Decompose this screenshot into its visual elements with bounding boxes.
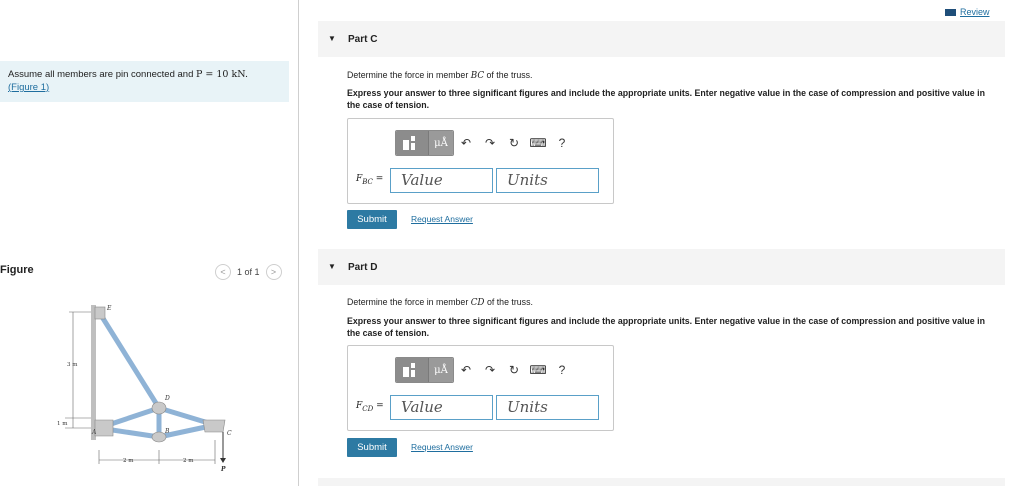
problem-statement: Assume all members are pin connected and… xyxy=(0,61,289,102)
prev-figure-button[interactable]: < xyxy=(215,264,231,280)
question-suffix: of the truss. xyxy=(486,297,533,307)
label-e: E xyxy=(106,305,112,312)
math-toolbar: μÅ ↶ ↷ ↻ ⌨ ? xyxy=(395,130,574,156)
dim-2m-left: 2 m xyxy=(123,458,134,464)
review-icon xyxy=(945,8,956,16)
help-icon[interactable]: ? xyxy=(550,136,574,150)
units-input[interactable] xyxy=(496,394,599,420)
field-label: FBC = xyxy=(356,174,384,186)
dimension-lines xyxy=(65,311,216,464)
collapse-icon: ▼ xyxy=(328,34,336,43)
part-d-header[interactable]: ▼ Part D xyxy=(318,249,1005,285)
units-symbol-button[interactable]: μÅ xyxy=(428,131,453,155)
label-d: D xyxy=(164,395,170,402)
redo-icon[interactable]: ↷ xyxy=(478,136,502,150)
templates-button[interactable] xyxy=(396,131,428,155)
answer-row: FCD = xyxy=(356,394,602,420)
template-icon xyxy=(403,363,415,377)
dim-3m: 3 m xyxy=(67,362,78,368)
reset-icon[interactable]: ↻ xyxy=(502,136,526,150)
reset-icon[interactable]: ↻ xyxy=(502,363,526,377)
part-c-question: Determine the force in member BC of the … xyxy=(347,70,532,81)
member-name: CD xyxy=(470,298,485,308)
part-c-submit-button[interactable]: Submit xyxy=(347,210,397,229)
part-d-instruction: Express your answer to three significant… xyxy=(347,316,985,338)
question-prefix: Determine the force in member xyxy=(347,70,469,80)
next-part-strip xyxy=(318,478,1005,486)
template-icon xyxy=(403,136,415,150)
part-d-answer-box: μÅ ↶ ↷ ↻ ⌨ ? FCD = xyxy=(347,345,614,431)
pane-divider xyxy=(298,0,299,486)
value-input[interactable] xyxy=(390,394,493,420)
truss-figure: E D B A C P 3 m 1 m 2 m 2 m xyxy=(57,305,232,473)
label-p: P xyxy=(220,466,226,473)
value-input[interactable] xyxy=(390,167,493,193)
question-suffix: of the truss. xyxy=(486,70,533,80)
dim-2m-right: 2 m xyxy=(183,458,194,464)
part-c-label: Part C xyxy=(348,34,378,45)
label-a: A xyxy=(91,429,97,436)
part-d-question: Determine the force in member CD of the … xyxy=(347,297,533,308)
figure-header: Figure < 1 of 1 > xyxy=(0,264,298,280)
help-icon[interactable]: ? xyxy=(550,363,574,377)
load-arrowhead xyxy=(220,458,226,463)
part-d-submit-button[interactable]: Submit xyxy=(347,438,397,457)
assume-equation: P = 10 kN. xyxy=(196,69,248,80)
label-c: C xyxy=(227,430,232,437)
left-pane: Assume all members are pin connected and… xyxy=(0,0,298,486)
keyboard-icon[interactable]: ⌨ xyxy=(526,363,550,377)
answer-row: FBC = xyxy=(356,167,602,193)
review-label: Review xyxy=(960,7,990,17)
undo-icon[interactable]: ↶ xyxy=(454,363,478,377)
keyboard-icon[interactable]: ⌨ xyxy=(526,136,550,150)
units-symbol-button[interactable]: μÅ xyxy=(428,358,453,382)
part-c-instruction: Express your answer to three significant… xyxy=(347,88,985,110)
field-label: FCD = xyxy=(356,401,384,413)
next-figure-button[interactable]: > xyxy=(265,264,282,280)
question-prefix: Determine the force in member xyxy=(347,297,469,307)
pager-text: 1 of 1 xyxy=(237,267,260,277)
member-name: BC xyxy=(470,71,485,81)
truss-members xyxy=(96,309,218,440)
label-b: B xyxy=(164,428,170,435)
part-c-header[interactable]: ▼ Part C xyxy=(318,21,1005,57)
units-input[interactable] xyxy=(496,167,599,193)
part-d-request-answer-link[interactable]: Request Answer xyxy=(411,442,473,452)
dim-1m: 1 m xyxy=(57,421,68,427)
redo-icon[interactable]: ↷ xyxy=(478,363,502,377)
review-link[interactable]: Review xyxy=(945,7,990,17)
template-tools: μÅ xyxy=(395,130,454,156)
collapse-icon: ▼ xyxy=(328,262,336,271)
part-c-answer-box: μÅ ↶ ↷ ↻ ⌨ ? FBC = xyxy=(347,118,614,204)
part-d-label: Part D xyxy=(348,262,378,273)
assume-text: Assume all members are pin connected and xyxy=(8,69,194,80)
template-tools: μÅ xyxy=(395,357,454,383)
part-c-request-answer-link[interactable]: Request Answer xyxy=(411,214,473,224)
figure-link[interactable]: (Figure 1) xyxy=(8,82,49,93)
figure-title: Figure xyxy=(0,264,34,276)
templates-button[interactable] xyxy=(396,358,428,382)
figure-pager: < 1 of 1 > xyxy=(215,264,282,280)
undo-icon[interactable]: ↶ xyxy=(454,136,478,150)
math-toolbar: μÅ ↶ ↷ ↻ ⌨ ? xyxy=(395,357,574,383)
